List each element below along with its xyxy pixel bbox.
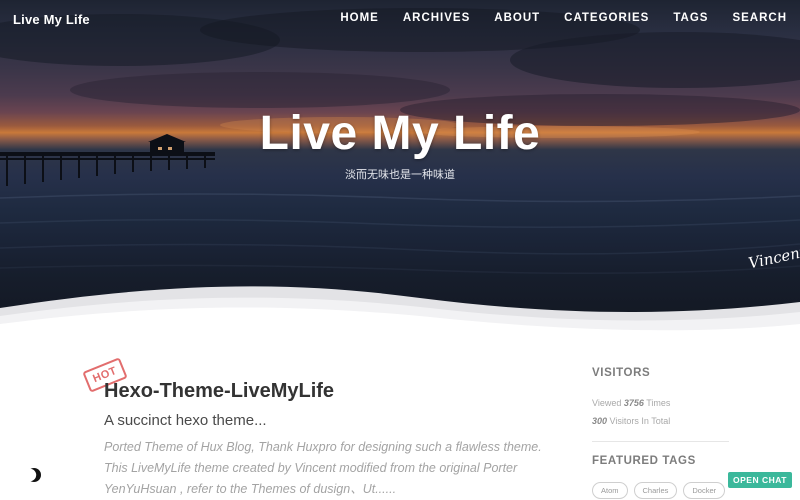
post-excerpt: Ported Theme of Hux Blog, Thank Huxpro f… xyxy=(104,440,542,496)
tag-charles[interactable]: Charles xyxy=(633,482,678,499)
featured-tags-heading: FEATURED TAGS xyxy=(592,455,696,467)
visitors-suffix: Visitors In Total xyxy=(609,416,671,426)
open-chat-button[interactable]: OPEN CHAT xyxy=(728,472,792,488)
post-subtitle: A succinct hexo theme... xyxy=(104,412,267,429)
main-nav: HOME ARCHIVES ABOUT CATEGORIES TAGS SEAR… xyxy=(340,12,787,24)
nav-archives[interactable]: ARCHIVES xyxy=(403,12,470,24)
hero-bottom-wave xyxy=(0,286,800,340)
visitors-heading: VISITORS xyxy=(592,367,651,379)
nav-tags[interactable]: TAGS xyxy=(673,12,708,24)
visitors-stat: 300 Visitors In Total xyxy=(592,416,670,426)
moon-icon[interactable] xyxy=(26,466,44,484)
site-subtitle: 淡而无味也是一种味道 xyxy=(345,169,455,181)
hero-banner: Live My Life HOME ARCHIVES ABOUT CATEGOR… xyxy=(0,0,800,340)
views-prefix: Viewed xyxy=(592,398,622,408)
tag-atom[interactable]: Atom xyxy=(592,482,628,499)
brand-link[interactable]: Live My Life xyxy=(13,12,90,27)
nav-home[interactable]: HOME xyxy=(340,12,379,24)
nav-about[interactable]: ABOUT xyxy=(494,12,540,24)
sea-waves xyxy=(0,193,800,274)
site-title: Live My Life xyxy=(259,107,541,160)
visitors-count: 300 xyxy=(592,416,608,426)
views-stat: Viewed 3756 Times xyxy=(592,398,670,408)
views-count: 3756 xyxy=(623,398,644,408)
tag-docker[interactable]: Docker xyxy=(683,482,726,499)
nav-search[interactable]: SEARCH xyxy=(732,12,787,24)
post-title-link[interactable]: Hexo-Theme-LiveMyLife xyxy=(104,380,334,403)
nav-categories[interactable]: CATEGORIES xyxy=(564,12,649,24)
views-suffix: Times xyxy=(646,398,671,408)
featured-tags-list: Atom Charles Docker xyxy=(592,482,726,499)
sidebar-divider xyxy=(592,441,729,442)
